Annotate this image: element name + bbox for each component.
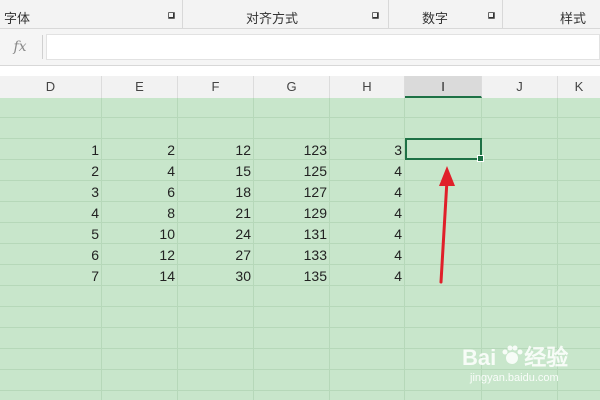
ribbon-group-font-label: 字体 [4,11,31,26]
function-icon[interactable]: fx [0,36,40,58]
cell-e[interactable]: 12 [102,245,178,266]
ribbon-group-bar: 字体 对齐方式 数字 样式 [0,0,600,29]
cell-g[interactable]: 123 [254,140,330,161]
formula-input[interactable] [46,34,600,60]
ribbon-group-styles: 样式 [502,0,600,28]
number-dialog-launcher-icon[interactable] [488,12,495,19]
cell-h[interactable]: 4 [330,266,405,287]
fill-handle[interactable] [477,155,484,162]
column-header-j[interactable]: J [482,76,558,98]
cell-d[interactable]: 4 [0,203,102,224]
cell-e[interactable]: 10 [102,224,178,245]
cell-h[interactable]: 4 [330,224,405,245]
cell-f[interactable]: 30 [178,266,254,287]
ribbon-group-styles-label: 样式 [560,11,587,26]
cell-g[interactable]: 129 [254,203,330,224]
column-header-g[interactable]: G [254,76,330,98]
cell-f[interactable]: 21 [178,203,254,224]
formula-bar: fx [0,29,600,66]
column-header-f[interactable]: F [178,76,254,98]
cell-e[interactable]: 6 [102,182,178,203]
cell-d[interactable]: 5 [0,224,102,245]
cell-h[interactable]: 3 [330,140,405,161]
cell-e[interactable]: 8 [102,203,178,224]
cell-f[interactable]: 12 [178,140,254,161]
cell-g[interactable]: 127 [254,182,330,203]
alignment-dialog-launcher-icon[interactable] [372,12,379,19]
cell-f[interactable]: 27 [178,245,254,266]
cell-d[interactable]: 3 [0,182,102,203]
cell-f[interactable]: 18 [178,182,254,203]
cell-d[interactable]: 6 [0,245,102,266]
cell-g[interactable]: 131 [254,224,330,245]
annotation-arrow-icon [439,166,455,284]
cell-g[interactable]: 125 [254,161,330,182]
paw-logo-icon [502,345,523,364]
font-dialog-launcher-icon[interactable] [168,12,175,19]
column-header-d[interactable]: D [0,76,102,98]
cell-g[interactable]: 133 [254,245,330,266]
cell-h[interactable]: 4 [330,182,405,203]
column-header-row: D E F G H I J K [0,76,600,99]
cell-d[interactable]: 1 [0,140,102,161]
column-header-h[interactable]: H [330,76,405,98]
cell-g[interactable]: 135 [254,266,330,287]
ribbon-group-number: 数字 [388,0,503,28]
selected-cell[interactable] [405,138,484,162]
cell-d[interactable]: 7 [0,266,102,287]
watermark-brand-left: Bai [462,345,497,370]
cell-d[interactable]: 2 [0,161,102,182]
watermark: Bai 经验 jingyan.baidu.com [462,340,592,390]
watermark-brand-right: 经验 [524,345,569,370]
ribbon-group-number-label: 数字 [422,11,449,26]
column-header-k[interactable]: K [558,76,600,98]
cell-f[interactable]: 24 [178,224,254,245]
ribbon-group-alignment-label: 对齐方式 [246,11,299,26]
cell-h[interactable]: 4 [330,245,405,266]
cell-e[interactable]: 2 [102,140,178,161]
column-header-e[interactable]: E [102,76,178,98]
ribbon-group-alignment: 对齐方式 [182,0,389,28]
cell-e[interactable]: 14 [102,266,178,287]
formula-bar-divider [42,35,43,59]
ribbon-group-font: 字体 [0,0,183,28]
cell-f[interactable]: 15 [178,161,254,182]
column-header-i[interactable]: I [405,76,482,98]
cell-e[interactable]: 4 [102,161,178,182]
cell-h[interactable]: 4 [330,203,405,224]
watermark-url: jingyan.baidu.com [470,372,559,384]
cell-h[interactable]: 4 [330,161,405,182]
